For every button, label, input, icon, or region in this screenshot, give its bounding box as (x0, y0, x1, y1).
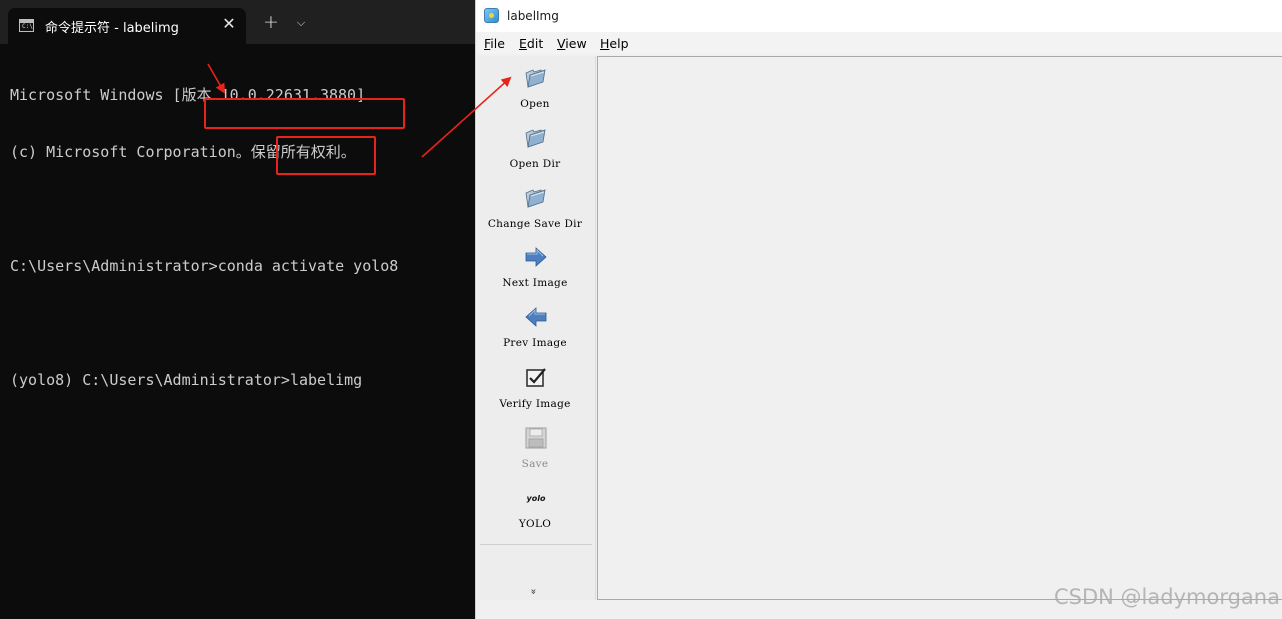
arrow-to-conda-command (207, 63, 225, 94)
arrow-to-open-button (421, 76, 512, 158)
annotation-arrows (207, 63, 512, 158)
watermark: CSDN @ladymorgana (1054, 585, 1280, 609)
